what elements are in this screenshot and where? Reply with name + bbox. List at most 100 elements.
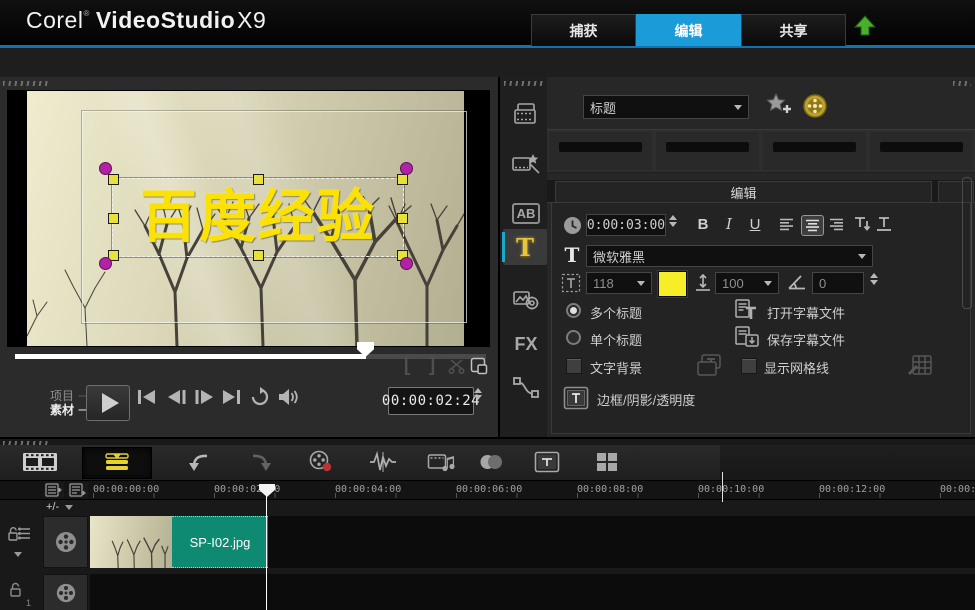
single-title-label[interactable]: 单个标题 xyxy=(590,330,642,349)
show-grid-checkbox[interactable] xyxy=(741,358,757,374)
angle-spinner[interactable] xyxy=(870,273,878,285)
media-tool-icon[interactable] xyxy=(506,98,546,132)
show-all-tracks-icon[interactable] xyxy=(44,482,64,498)
graphics-tool-icon[interactable] xyxy=(506,283,546,317)
timecode-spinner[interactable] xyxy=(474,388,482,400)
duration-field[interactable]: 0:00:03:00 xyxy=(586,214,666,236)
library-reel-icon[interactable] xyxy=(801,92,829,120)
repeat-button[interactable] xyxy=(247,386,273,408)
vertical-text-button[interactable] xyxy=(852,214,872,234)
rotate-handle[interactable] xyxy=(400,257,413,270)
title-preset-thumb[interactable] xyxy=(870,132,973,170)
add-remove-track[interactable]: +/- xyxy=(46,501,73,513)
panel-scrollbar[interactable] xyxy=(962,177,972,309)
redo-button[interactable] xyxy=(246,449,276,475)
align-center-button[interactable] xyxy=(801,215,824,236)
overlay-track-lane[interactable] xyxy=(90,574,975,610)
auto-music-icon[interactable] xyxy=(426,449,456,475)
font-dropdown[interactable]: 微软雅黑 xyxy=(586,245,873,267)
collapse-track-icon[interactable] xyxy=(14,552,22,557)
multiple-titles-label[interactable]: 多个标题 xyxy=(590,303,642,322)
tab-edit-options[interactable]: 编辑 xyxy=(555,181,932,203)
text-direction-button[interactable] xyxy=(874,214,894,234)
panel-drag-handle[interactable] xyxy=(504,81,544,86)
font-color-swatch[interactable] xyxy=(658,271,687,297)
text-backdrop-label[interactable]: 文字背景 xyxy=(590,358,642,377)
title-tool-icon[interactable]: T xyxy=(503,229,547,265)
preview-timecode[interactable]: 00:00:02:24 xyxy=(388,387,474,415)
rotate-handle[interactable] xyxy=(400,162,413,175)
show-grid-label[interactable]: 显示网格线 xyxy=(764,358,829,377)
upgrade-arrow-icon[interactable] xyxy=(854,15,876,41)
record-capture-icon[interactable] xyxy=(306,449,336,475)
save-subtitle-label[interactable]: 保存字幕文件 xyxy=(767,330,845,349)
rotate-angle-field[interactable]: 0 xyxy=(812,272,864,294)
panel-drag-handle[interactable] xyxy=(3,81,49,86)
motion-path-tool-icon[interactable] xyxy=(506,371,546,405)
multiple-titles-radio[interactable] xyxy=(566,303,581,318)
grid-options-icon[interactable] xyxy=(904,352,936,378)
font-size-dropdown[interactable]: 118 xyxy=(586,272,652,294)
previous-frame-button[interactable] xyxy=(164,386,190,408)
add-to-favorites-icon[interactable] xyxy=(763,91,793,121)
duration-spinner[interactable] xyxy=(669,215,677,227)
underline-button[interactable]: U xyxy=(744,214,766,234)
filter-tool-icon[interactable]: FX xyxy=(506,327,546,361)
save-subtitle-icon[interactable] xyxy=(733,325,761,349)
open-subtitle-label[interactable]: 打开字幕文件 xyxy=(767,303,845,322)
single-title-radio[interactable] xyxy=(566,330,581,345)
end-button[interactable] xyxy=(218,386,244,408)
mark-out-button[interactable]: ] xyxy=(421,355,443,377)
resize-handle[interactable] xyxy=(108,213,119,224)
align-right-button[interactable] xyxy=(826,215,847,234)
line-spacing-dropdown[interactable]: 100 xyxy=(715,272,779,294)
title-preset-thumb[interactable] xyxy=(763,132,866,170)
video-track-icon[interactable] xyxy=(43,516,88,568)
volume-button[interactable] xyxy=(275,386,301,408)
subtitle-editor-icon[interactable] xyxy=(532,449,562,475)
tab-share[interactable]: 共享 xyxy=(741,14,846,46)
title-selection-box[interactable]: 百度经验 xyxy=(112,178,404,257)
storyboard-view-button[interactable] xyxy=(12,447,68,477)
undo-button[interactable] xyxy=(184,449,214,475)
border-shadow-icon[interactable] xyxy=(562,385,590,411)
text-backdrop-checkbox[interactable] xyxy=(566,358,582,374)
timeline-clip[interactable]: SP-I02.jpg xyxy=(90,516,268,568)
split-clip-icon[interactable] xyxy=(446,355,468,377)
play-button[interactable] xyxy=(86,385,130,421)
home-button[interactable] xyxy=(134,386,160,408)
enlarge-preview-icon[interactable] xyxy=(468,355,490,377)
bold-button[interactable]: B xyxy=(692,214,714,234)
rotate-handle[interactable] xyxy=(99,162,112,175)
timeline-playhead-line[interactable] xyxy=(266,487,267,610)
tab-edit[interactable]: 编辑 xyxy=(636,14,741,46)
resize-handle[interactable] xyxy=(253,250,264,261)
track-lock-icon[interactable] xyxy=(9,582,23,598)
rotate-handle[interactable] xyxy=(99,257,112,270)
next-frame-button[interactable] xyxy=(191,386,217,408)
timeline-view-button[interactable] xyxy=(82,447,152,479)
resize-handle[interactable] xyxy=(253,174,264,185)
border-shadow-label[interactable]: 边框/阴影/透明度 xyxy=(597,390,695,409)
timeline-ruler[interactable]: 00:00:00:00 00:00:02:00 00:00:04:00 00:0… xyxy=(0,480,975,500)
transition-tool-icon[interactable]: AB xyxy=(506,196,546,230)
overlay-track-icon[interactable] xyxy=(43,574,88,610)
resize-handle[interactable] xyxy=(397,213,408,224)
panel-drag-handle[interactable] xyxy=(953,81,971,86)
mark-in-button[interactable]: [ xyxy=(396,355,418,377)
open-subtitle-icon[interactable] xyxy=(733,298,761,322)
sound-mixer-icon[interactable] xyxy=(368,449,398,475)
library-category-dropdown[interactable]: 标题 xyxy=(583,95,749,119)
track-ripple-lock-icon[interactable] xyxy=(7,525,33,543)
backdrop-options-icon[interactable] xyxy=(695,352,727,378)
title-preset-thumb[interactable] xyxy=(656,132,759,170)
title-preset-thumb[interactable] xyxy=(549,132,652,170)
italic-button[interactable]: I xyxy=(718,214,740,234)
mixed-view-icon[interactable] xyxy=(592,449,622,475)
track-manager-icon[interactable] xyxy=(68,482,88,498)
resize-handle[interactable] xyxy=(108,174,119,185)
tab-capture[interactable]: 捕获 xyxy=(531,14,636,46)
align-left-button[interactable] xyxy=(776,215,797,234)
resize-handle[interactable] xyxy=(397,174,408,185)
instant-project-tool-icon[interactable] xyxy=(506,147,546,181)
